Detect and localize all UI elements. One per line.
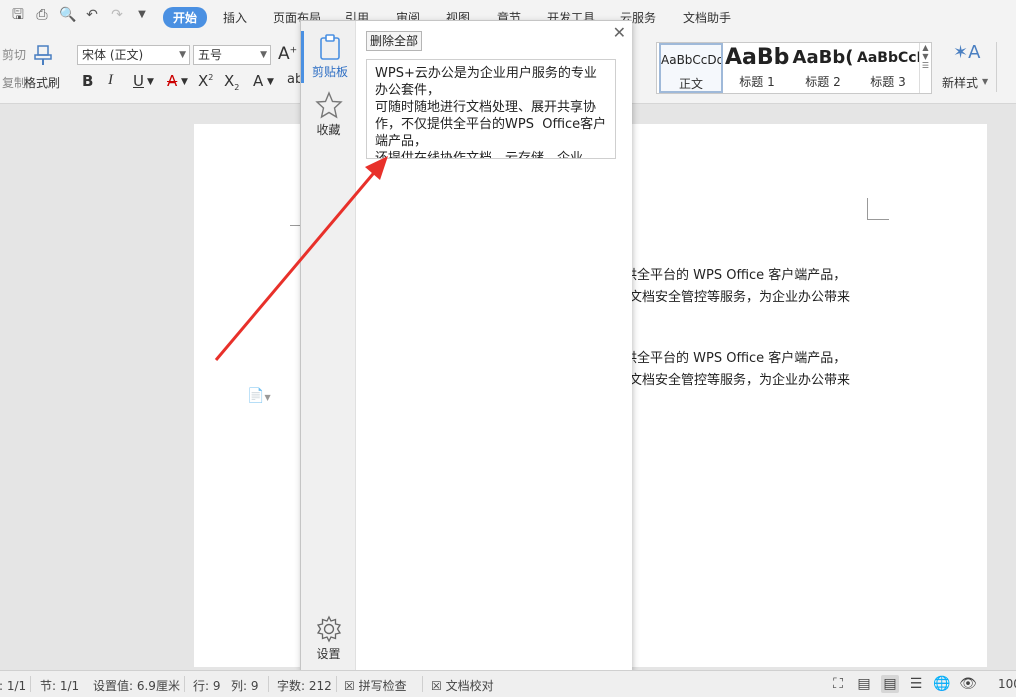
status-setting[interactable]: 设置值: 6.9厘米	[93, 677, 180, 694]
eye-protection-icon[interactable]: 👁	[959, 675, 977, 693]
doc-text-line: 供全平台的 WPS Office 客户端产品，	[624, 351, 847, 366]
outline-view-icon[interactable]: ☰	[907, 675, 925, 693]
status-divider	[422, 676, 423, 692]
status-divider	[268, 676, 269, 692]
format-painter-icon	[33, 44, 53, 66]
style-normal[interactable]: AaBbCcDd 正文	[659, 43, 723, 93]
chevron-down-icon[interactable]: ▼	[181, 77, 188, 87]
superscript-icon[interactable]: X2	[198, 72, 213, 90]
quick-access-dropdown-icon[interactable]: ▼	[134, 7, 150, 23]
doc-text-line: 文档安全管控等服务，为企业办公带来	[629, 290, 851, 305]
font-size-value: 五号	[198, 48, 223, 62]
focus-mode-icon[interactable]: ⛶	[829, 675, 847, 693]
style-preview: AaBb	[725, 45, 789, 70]
style-gallery-scroll[interactable]: ▲ ▼ ☰	[919, 43, 931, 93]
zoom-level[interactable]: 100%	[998, 677, 1016, 691]
crop-mark	[290, 216, 300, 226]
strikethrough-icon[interactable]: A	[167, 72, 177, 90]
sidebar-item-settings[interactable]: 设置	[301, 615, 356, 663]
sidebar-item-label: 剪贴板	[311, 65, 348, 79]
chevron-down-icon[interactable]: ▼	[147, 77, 154, 87]
italic-icon[interactable]: I	[108, 72, 113, 89]
style-preview: AaBb(	[792, 47, 854, 68]
web-view-icon[interactable]: 🌐	[933, 675, 951, 693]
copy-button[interactable]: 复制	[2, 74, 26, 91]
status-bar: 页面: 1/1 节: 1/1 设置值: 6.9厘米 行: 9 列: 9 字数: …	[0, 670, 1016, 697]
page-view-icon[interactable]: ▤	[881, 675, 899, 693]
proofread-button[interactable]: ☒ 文档校对	[431, 677, 494, 694]
redo-icon[interactable]: ↷	[109, 7, 125, 23]
chevron-down-icon[interactable]: ▼	[267, 77, 274, 87]
doc-text-line: 供全平台的 WPS Office 客户端产品，	[624, 268, 847, 283]
status-divider	[336, 676, 337, 692]
tab-home[interactable]: 开始	[163, 7, 208, 28]
status-word-count[interactable]: 字数: 212	[277, 677, 332, 694]
new-style-button[interactable]: 新样式	[942, 74, 978, 91]
sidebar-item-clipboard[interactable]: 剪贴板	[301, 31, 356, 83]
style-heading-3[interactable]: AaBbCcI 标题 3	[857, 43, 919, 93]
style-preview: AaBbCcI	[857, 50, 919, 66]
new-style-icon: ✶A	[953, 42, 981, 63]
crop-mark	[867, 198, 889, 220]
gear-icon	[316, 615, 341, 643]
clipboard-panel: 剪贴板 收藏 设置 删除全部 ✕ WPS+云办公是为企业用户服务的专业办公套件，…	[300, 20, 632, 671]
chevron-down-icon[interactable]: ▼	[982, 77, 988, 86]
delete-all-button[interactable]: 删除全部	[366, 31, 423, 51]
style-heading-2[interactable]: AaBb( 标题 2	[791, 43, 855, 93]
doc-text-line: 文档安全管控等服务，为企业办公带来	[629, 373, 851, 388]
status-pages: 页面: 1/1	[0, 679, 27, 693]
font-name-select[interactable]: 宋体 (正文) ▼	[77, 45, 190, 65]
style-name: 正文	[678, 77, 703, 91]
status-divider	[184, 676, 185, 692]
proofread-icon: ☒	[431, 679, 442, 693]
print-preview-icon[interactable]: 🔍	[59, 7, 76, 23]
paste-options-icon[interactable]: 📄▼	[247, 388, 271, 404]
sidebar-item-favorites[interactable]: 收藏	[301, 91, 356, 141]
font-size-select[interactable]: 五号 ▼	[193, 45, 271, 65]
cut-button[interactable]: 剪切	[2, 46, 26, 63]
sidebar-item-label: 设置	[316, 647, 341, 661]
bold-icon[interactable]: B	[82, 72, 93, 90]
spell-check-icon: ☒	[344, 679, 355, 693]
status-divider	[30, 676, 31, 692]
star-icon	[314, 91, 343, 119]
clipboard-item[interactable]: WPS+云办公是为企业用户服务的专业办公套件， 可随时随地进行文档处理、展开共享…	[366, 59, 616, 159]
clipboard-content: 删除全部 ✕ WPS+云办公是为企业用户服务的专业办公套件， 可随时随地进行文档…	[356, 21, 632, 670]
font-name-value: 宋体 (正文)	[82, 48, 144, 62]
subscript-icon[interactable]: X2	[224, 72, 239, 92]
sidebar-item-label: 收藏	[316, 123, 341, 137]
chevron-down-icon: ▼	[179, 50, 186, 60]
style-preview: AaBbCcDd	[661, 53, 721, 67]
read-mode-icon[interactable]: ▤	[855, 675, 873, 693]
save-icon[interactable]: 🖫	[10, 7, 26, 23]
clipboard-sidebar: 剪贴板 收藏 设置	[301, 21, 356, 670]
underline-icon[interactable]: U	[133, 72, 144, 90]
style-gallery: AaBbCcDd 正文 AaBb 标题 1 AaBb( 标题 2 AaBbCcI…	[656, 42, 932, 94]
style-name: 标题 2	[805, 75, 841, 89]
style-name: 标题 3	[870, 75, 906, 89]
style-name: 标题 1	[739, 75, 775, 89]
tab-doc-assistant[interactable]: 文档助手	[683, 9, 731, 26]
undo-icon[interactable]: ↶	[84, 7, 100, 23]
text-effect-icon[interactable]: A	[253, 72, 263, 90]
print-icon[interactable]: ⎙	[34, 7, 50, 23]
status-row: 行: 9	[193, 679, 221, 693]
format-painter-button[interactable]: 格式刷	[24, 74, 60, 91]
spell-check-button[interactable]: ☒ 拼写检查	[344, 677, 407, 694]
proofread-label: 文档校对	[445, 679, 494, 693]
chevron-down-icon: ▼	[260, 50, 267, 60]
status-section: 节: 1/1	[40, 679, 80, 693]
status-column: 列: 9	[231, 679, 259, 693]
clipboard-icon	[320, 34, 340, 60]
tab-insert[interactable]: 插入	[223, 9, 247, 26]
ribbon-divider	[996, 42, 997, 92]
grow-font-icon[interactable]: A+	[278, 44, 297, 64]
spell-check-label: 拼写检查	[358, 679, 407, 693]
close-icon[interactable]: ✕	[613, 23, 626, 42]
style-heading-1[interactable]: AaBb 标题 1	[725, 43, 789, 93]
